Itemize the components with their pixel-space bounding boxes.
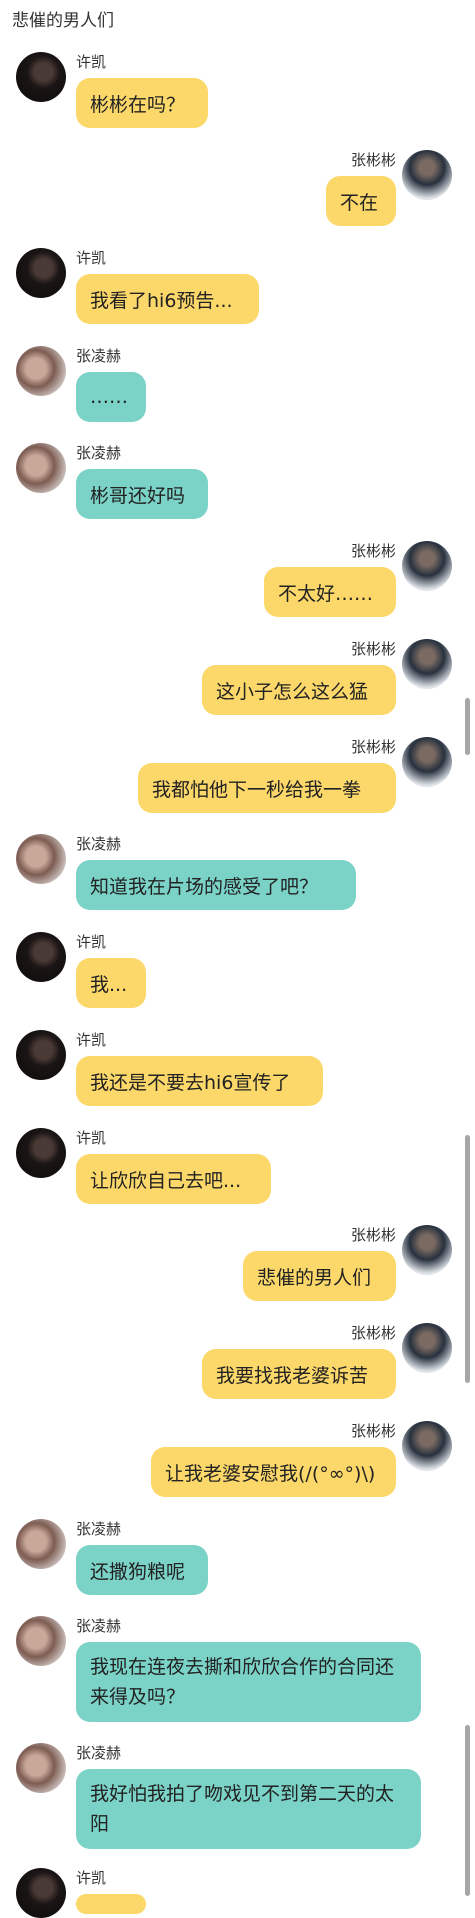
message-bubble[interactable]: 我看了hi6预告... [76, 274, 259, 324]
message-bubble[interactable]: 让欣欣自己去吧... [76, 1154, 271, 1204]
chat-title: 悲催的男人们 [12, 11, 114, 31]
avatar[interactable] [16, 932, 66, 982]
avatar[interactable] [402, 1323, 452, 1373]
sender-name: 张彬彬 [350, 1324, 396, 1342]
avatar[interactable] [16, 1030, 66, 1080]
sender-name: 许凯 [76, 53, 107, 71]
sender-name: 张凌赫 [76, 1744, 122, 1762]
message-bubble[interactable]: 我要找我老婆诉苦 [202, 1349, 396, 1399]
scrollbar-thumb[interactable] [465, 698, 470, 755]
sender-name: 许凯 [76, 1869, 107, 1887]
sender-name: 张凌赫 [76, 347, 122, 365]
avatar[interactable] [402, 1421, 452, 1471]
avatar[interactable] [16, 1743, 66, 1793]
avatar[interactable] [16, 52, 66, 102]
sender-name: 张彬彬 [350, 738, 396, 756]
sender-name: 张彬彬 [350, 640, 396, 658]
avatar[interactable] [16, 834, 66, 884]
message-bubble[interactable]: 彬彬在吗？ [76, 78, 208, 128]
message-bubble[interactable]: 我还是不要去hi6宣传了 [76, 1056, 323, 1106]
message-bubble[interactable]: 我现在连夜去撕和欣欣合作的合同还来得及吗？ [76, 1642, 421, 1722]
avatar[interactable] [402, 1225, 452, 1275]
avatar[interactable] [402, 541, 452, 591]
message-bubble[interactable]: 还撒狗粮呢 [76, 1545, 208, 1595]
sender-name: 张彬彬 [350, 1422, 396, 1440]
sender-name: 张凌赫 [76, 444, 122, 462]
sender-name: 张彬彬 [350, 151, 396, 169]
sender-name: 许凯 [76, 1129, 107, 1147]
message-bubble[interactable]: 不在 [326, 176, 396, 226]
sender-name: 张凌赫 [76, 1520, 122, 1538]
sender-name: 张彬彬 [350, 542, 396, 560]
message-bubble[interactable]: 不太好…… [264, 567, 396, 617]
sender-name: 张凌赫 [76, 835, 122, 853]
message-bubble[interactable]: 悲催的男人们 [243, 1251, 396, 1301]
avatar[interactable] [16, 248, 66, 298]
scrollbar-thumb[interactable] [465, 1725, 470, 1896]
avatar[interactable] [16, 443, 66, 493]
message-bubble[interactable]: 我... [76, 958, 146, 1008]
message-bubble[interactable]: 这小子怎么这么猛 [202, 665, 396, 715]
message-bubble[interactable]: 知道我在片场的感受了吧？ [76, 860, 356, 910]
message-bubble[interactable]: 我都怕他下一秒给我一拳 [138, 763, 396, 813]
sender-name: 许凯 [76, 1031, 107, 1049]
avatar[interactable] [402, 737, 452, 787]
avatar[interactable] [16, 1128, 66, 1178]
message-bubble[interactable]: 彬哥还好吗 [76, 469, 208, 519]
avatar[interactable] [402, 639, 452, 689]
avatar[interactable] [16, 1616, 66, 1666]
message-bubble[interactable] [76, 1894, 146, 1914]
avatar[interactable] [16, 1868, 66, 1918]
avatar[interactable] [16, 1519, 66, 1569]
message-bubble[interactable]: 我好怕我拍了吻戏见不到第二天的太阳 [76, 1769, 421, 1849]
message-bubble[interactable]: …… [76, 372, 146, 422]
sender-name: 许凯 [76, 249, 107, 267]
avatar[interactable] [402, 150, 452, 200]
scrollbar-thumb[interactable] [465, 1135, 470, 1383]
message-bubble[interactable]: 让我老婆安慰我(/(°∞°)\) [151, 1447, 396, 1497]
sender-name: 许凯 [76, 933, 107, 951]
sender-name: 张彬彬 [350, 1226, 396, 1244]
sender-name: 张凌赫 [76, 1617, 122, 1635]
avatar[interactable] [16, 346, 66, 396]
